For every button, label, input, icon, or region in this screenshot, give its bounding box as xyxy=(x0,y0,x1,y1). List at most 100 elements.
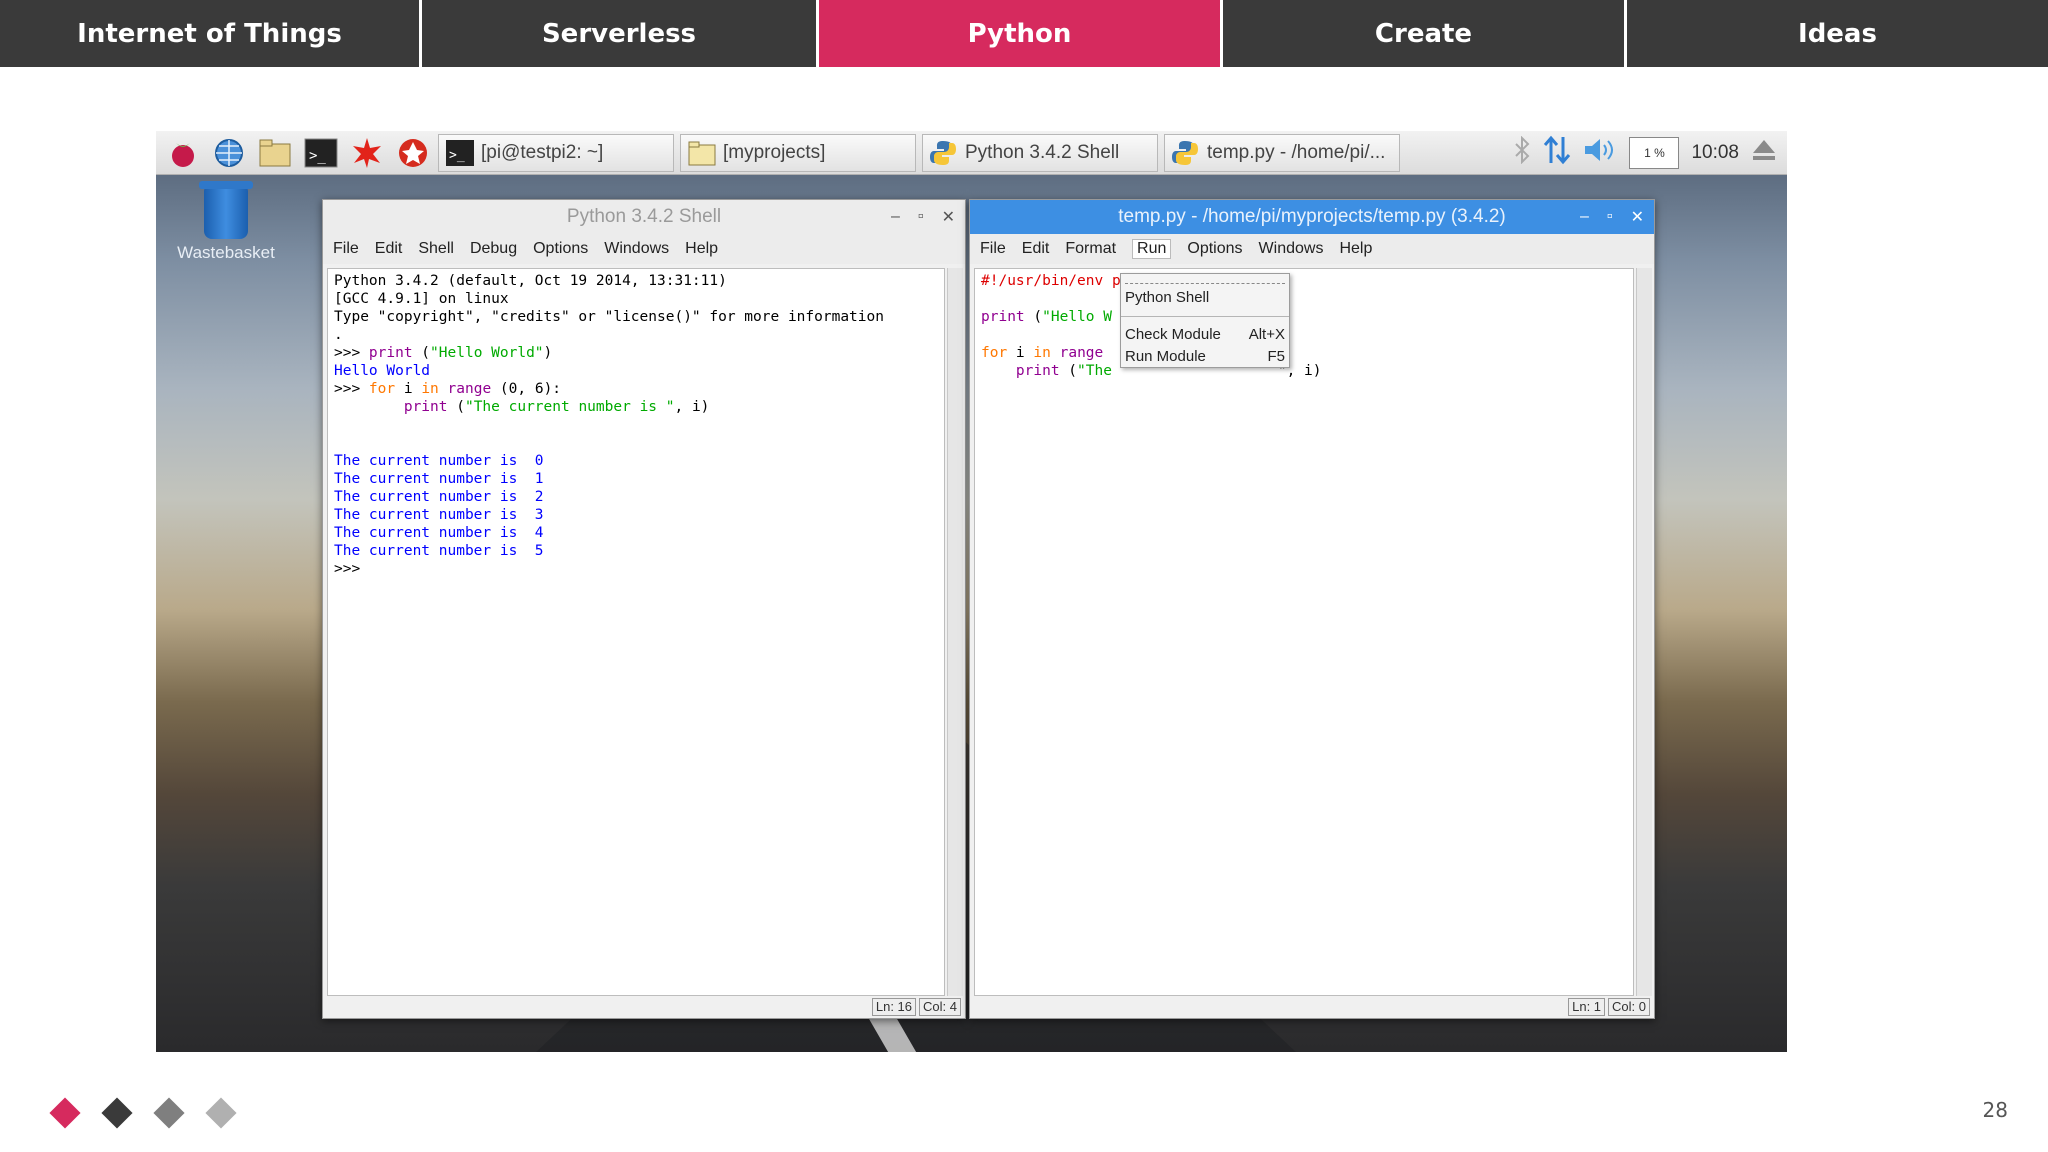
window-title: temp.py - /home/pi/myprojects/temp.py (3… xyxy=(1118,206,1506,227)
menu-item-run-module[interactable]: Run Module F5 xyxy=(1121,345,1289,367)
code-string: "Hello W xyxy=(1042,309,1112,325)
eject-icon[interactable] xyxy=(1751,137,1777,169)
prompt: >>> xyxy=(334,381,369,397)
trash-icon xyxy=(199,181,253,239)
minimize-icon[interactable]: – xyxy=(891,208,900,226)
code-keyword: in xyxy=(1033,345,1051,361)
menu-options[interactable]: Options xyxy=(1187,240,1242,258)
tab-ideas[interactable]: Ideas xyxy=(1627,0,2048,67)
code-token: i xyxy=(1007,345,1034,361)
code-token: ( xyxy=(412,345,431,361)
terminal-icon[interactable]: >_ xyxy=(302,134,340,172)
code-token: ) xyxy=(543,345,553,361)
maximize-icon[interactable]: ▫ xyxy=(1607,208,1613,226)
menu-options[interactable]: Options xyxy=(533,240,588,258)
vertical-scrollbar[interactable] xyxy=(947,268,963,996)
close-icon[interactable]: ✕ xyxy=(942,207,955,227)
taskbar-python-shell-button[interactable]: Python 3.4.2 Shell xyxy=(922,133,1158,172)
shell-text-area[interactable]: Python 3.4.2 (default, Oct 19 2014, 13:3… xyxy=(327,268,945,996)
tab-serverless[interactable]: Serverless xyxy=(422,0,819,67)
code-builtin: range xyxy=(1050,345,1104,361)
editor-titlebar[interactable]: temp.py - /home/pi/myprojects/temp.py (3… xyxy=(970,200,1654,234)
tab-internet-of-things[interactable]: Internet of Things xyxy=(0,0,422,67)
cpu-monitor[interactable]: 1 % xyxy=(1629,137,1680,169)
menu-format[interactable]: Format xyxy=(1065,240,1116,258)
code-comment: #!/usr/bin/env p xyxy=(981,273,1121,289)
editor-text-area[interactable]: #!/usr/bin/env p print ("Hello W for i i… xyxy=(974,268,1634,996)
menu-edit[interactable]: Edit xyxy=(1022,240,1050,258)
math-icon[interactable] xyxy=(348,134,386,172)
code-line: Python 3.4.2 (default, Oct 19 2014, 13:3… xyxy=(334,273,727,289)
file-manager-icon[interactable] xyxy=(256,134,294,172)
taskbar-button-label: [myprojects] xyxy=(723,141,826,163)
code-token: , i) xyxy=(674,399,710,415)
menu-item-label: Run Module xyxy=(1125,347,1206,365)
line-indicator: Ln: 16 xyxy=(871,998,917,1016)
prompt: >>> xyxy=(334,561,361,577)
menu-windows[interactable]: Windows xyxy=(604,240,669,258)
bluetooth-icon[interactable] xyxy=(1513,135,1531,170)
menu-item-check-module[interactable]: Check Module Alt+X xyxy=(1121,323,1289,345)
clock[interactable]: 10:08 xyxy=(1691,142,1739,164)
column-indicator: Col: 4 xyxy=(919,998,961,1016)
python-icon xyxy=(929,139,959,167)
folder-icon xyxy=(687,139,717,167)
code-token: ( xyxy=(447,399,465,415)
output-line: The current number is 0 xyxy=(334,453,544,469)
code-keyword: in xyxy=(421,381,439,397)
run-dropdown-menu: Python Shell Check Module Alt+X Run Modu… xyxy=(1120,273,1290,368)
code-string: "Hello World" xyxy=(430,345,544,361)
raspberry-icon[interactable] xyxy=(164,134,202,172)
menu-item-label: Check Module xyxy=(1125,325,1221,343)
wolfram-icon[interactable] xyxy=(394,134,432,172)
minimize-icon[interactable]: – xyxy=(1580,208,1589,226)
code-keyword: for xyxy=(368,381,396,397)
taskbar-temp-py-button[interactable]: temp.py - /home/pi/... xyxy=(1164,133,1400,172)
menu-shell[interactable]: Shell xyxy=(418,240,454,258)
menu-help[interactable]: Help xyxy=(685,240,718,258)
code-token: i xyxy=(395,381,422,397)
taskbar: >_ >_ [pi@testpi2: ~] [myprojects] Pytho… xyxy=(156,131,1787,175)
menu-debug[interactable]: Debug xyxy=(470,240,517,258)
system-tray: 1 % 10:08 xyxy=(1513,131,1777,175)
menu-item-shortcut: F5 xyxy=(1267,347,1285,365)
taskbar-terminal-button[interactable]: >_ [pi@testpi2: ~] xyxy=(438,133,674,172)
code-builtin: print xyxy=(1015,363,1060,379)
output-line: The current number is 4 xyxy=(334,525,544,541)
taskbar-button-label: Python 3.4.2 Shell xyxy=(965,141,1120,163)
maximize-icon[interactable]: ▫ xyxy=(918,208,924,226)
page-number: 28 xyxy=(1982,1098,2008,1122)
close-icon[interactable]: ✕ xyxy=(1631,207,1644,227)
menu-file[interactable]: File xyxy=(333,240,359,258)
menu-item-python-shell[interactable]: Python Shell xyxy=(1121,286,1289,308)
menu-edit[interactable]: Edit xyxy=(375,240,403,258)
tab-python[interactable]: Python xyxy=(819,0,1223,67)
menu-help[interactable]: Help xyxy=(1339,240,1372,258)
tab-create[interactable]: Create xyxy=(1223,0,1627,67)
menu-file[interactable]: File xyxy=(980,240,1006,258)
taskbar-myprojects-button[interactable]: [myprojects] xyxy=(680,133,916,172)
globe-icon[interactable] xyxy=(210,134,248,172)
diamond-icon xyxy=(49,1097,81,1129)
vertical-scrollbar[interactable] xyxy=(1636,268,1652,996)
code-token: ( xyxy=(1059,363,1078,379)
output-line: The current number is 1 xyxy=(334,471,544,487)
code-builtin: range xyxy=(447,381,492,397)
python-icon xyxy=(1171,139,1201,167)
diamond-icon xyxy=(205,1097,237,1129)
slide: Internet of Things Serverless Python Cre… xyxy=(0,0,2048,1152)
menu-windows[interactable]: Windows xyxy=(1259,240,1324,258)
volume-icon[interactable] xyxy=(1583,136,1617,170)
menu-item-label: Python Shell xyxy=(1125,288,1210,306)
svg-text:>_: >_ xyxy=(449,148,465,163)
wastebasket-label: Wastebasket xyxy=(177,243,275,262)
tear-off-line[interactable] xyxy=(1125,276,1285,284)
code-line: [GCC 4.9.1] on linux xyxy=(334,291,509,307)
column-indicator: Col: 0 xyxy=(1608,998,1650,1016)
network-icon[interactable] xyxy=(1543,135,1571,171)
shell-titlebar[interactable]: Python 3.4.2 Shell – ▫ ✕ xyxy=(323,200,965,234)
wastebasket-desktop-icon[interactable]: Wastebasket xyxy=(166,181,286,263)
code-token: ( xyxy=(1024,309,1043,325)
menu-run[interactable]: Run xyxy=(1132,239,1172,259)
